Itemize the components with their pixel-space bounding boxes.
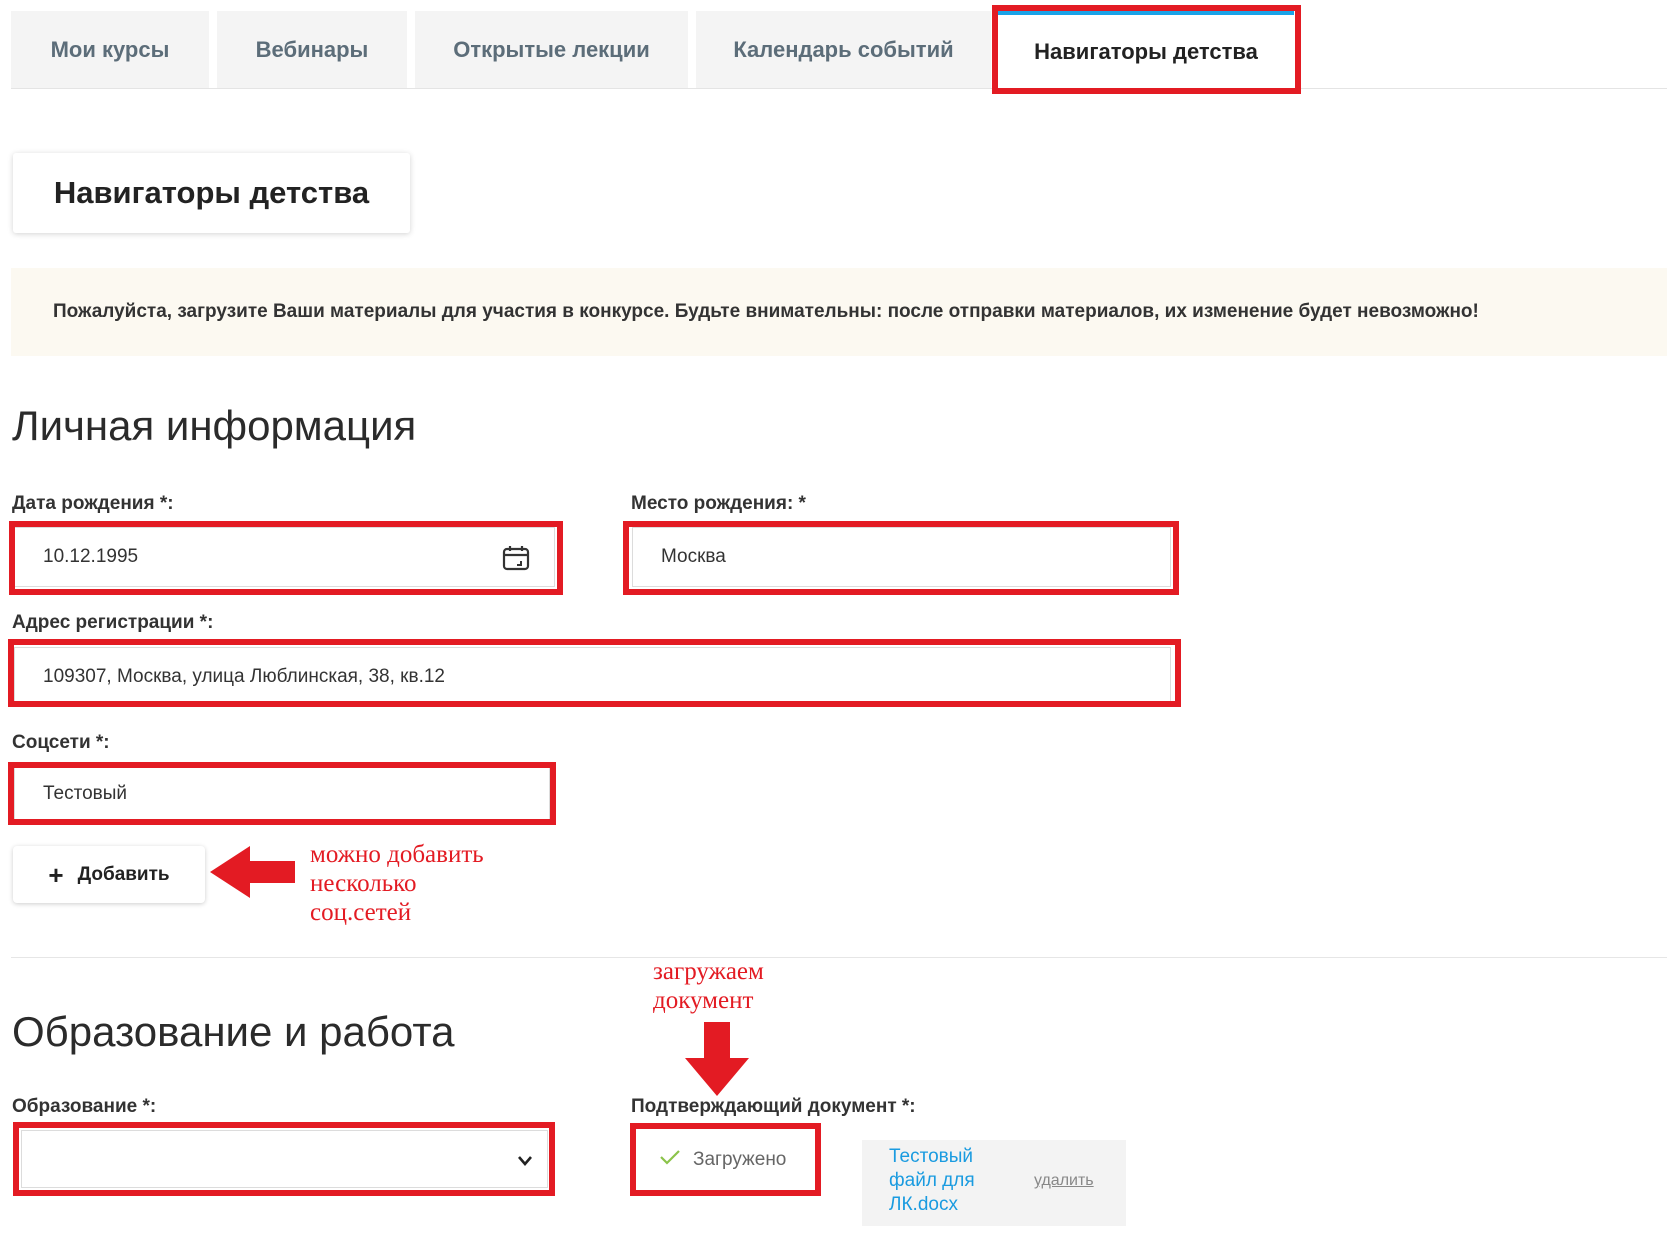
file-name-line1: Тестовый bbox=[889, 1146, 974, 1167]
add-annotation-line3: соц.сетей bbox=[310, 899, 412, 926]
add-annotation-line1: можно добавить bbox=[310, 841, 484, 868]
tab-webinars[interactable]: Вебинары bbox=[217, 11, 407, 89]
file-name-line3: ЛК.docx bbox=[889, 1194, 958, 1215]
tab-open-lectures[interactable]: Открытые лекции bbox=[415, 11, 688, 89]
address-label: Адрес регистрации *: bbox=[12, 612, 214, 633]
highlight-address bbox=[8, 639, 1181, 707]
birth-place-label: Место рождения: * bbox=[631, 493, 806, 514]
upload-annotation-line2: документ bbox=[653, 987, 754, 1014]
personal-info-heading: Личная информация bbox=[12, 402, 417, 449]
highlight-document bbox=[630, 1123, 821, 1196]
tab-my-courses[interactable]: Мои курсы bbox=[11, 11, 209, 89]
add-annotation: можно добавить несколько соц.сетей bbox=[310, 840, 484, 927]
delete-file-link[interactable]: удалить bbox=[1034, 1172, 1094, 1190]
upload-annotation-line1: загружаем bbox=[653, 958, 764, 985]
uploaded-file-card: Тестовый файл для ЛК.docx удалить bbox=[862, 1140, 1126, 1226]
birth-date-label: Дата рождения *: bbox=[12, 493, 174, 514]
highlight-birth-date bbox=[9, 521, 563, 595]
education-label: Образование *: bbox=[12, 1096, 157, 1117]
tab-events-calendar[interactable]: Календарь событий bbox=[696, 11, 991, 89]
file-name-link[interactable]: Тестовый файл для ЛК.docx bbox=[889, 1145, 975, 1217]
document-label: Подтверждающий документ *: bbox=[631, 1096, 916, 1117]
social-label: Соцсети *: bbox=[12, 732, 110, 753]
add-button-label: Добавить bbox=[77, 863, 170, 885]
add-social-button[interactable]: + Добавить bbox=[13, 846, 205, 903]
arrow-down-icon bbox=[685, 1022, 749, 1096]
plus-icon: + bbox=[48, 859, 64, 890]
highlight-active-tab bbox=[992, 5, 1301, 94]
section-divider bbox=[11, 957, 1667, 958]
upload-annotation: загружаем документ bbox=[653, 957, 764, 1015]
highlight-birth-place bbox=[623, 521, 1179, 595]
highlight-social bbox=[8, 762, 556, 825]
arrow-left-icon bbox=[210, 846, 295, 898]
education-heading: Образование и работа bbox=[12, 1008, 455, 1055]
notice-banner: Пожалуйста, загрузите Ваши материалы для… bbox=[11, 268, 1667, 356]
add-annotation-line2: несколько bbox=[310, 870, 417, 897]
tabs-divider bbox=[11, 88, 1667, 89]
page-title: Навигаторы детства bbox=[13, 153, 410, 233]
highlight-education bbox=[13, 1122, 555, 1196]
file-name-line2: файл для bbox=[889, 1170, 975, 1191]
